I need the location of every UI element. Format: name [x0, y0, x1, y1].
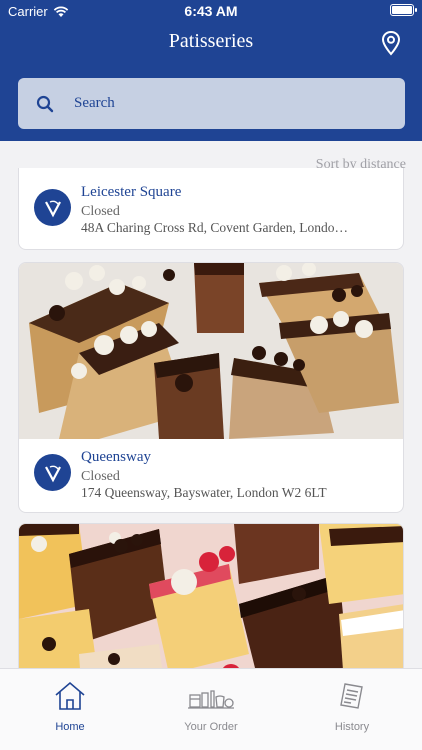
- brand-logo: [34, 454, 71, 491]
- store-name: Queensway: [81, 449, 151, 465]
- store-card-next[interactable]: [18, 523, 404, 683]
- screen: Carrier 6:43 AM Patisseries Search Sort …: [0, 0, 422, 750]
- store-address: 174 Queensway, Bayswater, London W2 6LT: [81, 485, 327, 500]
- page-title: Patisseries: [168, 30, 254, 52]
- store-card-queensway[interactable]: Queensway Closed 174 Queensway, Bayswate…: [18, 262, 404, 513]
- tab-history[interactable]: History: [282, 669, 422, 750]
- tab-bar: Home Your Order History: [0, 668, 422, 750]
- receipt-icon: [340, 683, 363, 709]
- cake-photo: [19, 263, 403, 439]
- tab-label: History: [334, 721, 370, 733]
- store-address: 48A Charing Cross Rd, Covent Garden, Lon…: [81, 220, 348, 235]
- tab-label: Home: [55, 721, 85, 733]
- brand-logo: [34, 189, 71, 226]
- clock: 6:43 AM: [184, 3, 238, 19]
- search-input[interactable]: Search: [74, 95, 115, 112]
- search-bar[interactable]: Search: [18, 78, 405, 129]
- store-card-leicester-square[interactable]: Leicester Square Closed 48A Charing Cros…: [18, 168, 404, 250]
- battery-icon: [390, 4, 417, 16]
- tab-home[interactable]: Home: [0, 669, 140, 750]
- location-pin-icon[interactable]: [380, 30, 402, 56]
- house-icon: [55, 681, 85, 710]
- status-bar: Carrier 6:43 AM: [0, 0, 422, 24]
- search-icon: [36, 95, 54, 112]
- store-status: Closed: [81, 469, 120, 484]
- store-name: Leicester Square: [81, 184, 182, 200]
- tab-your-order[interactable]: Your Order: [141, 669, 281, 750]
- cake-photo: [19, 524, 403, 682]
- tab-label: Your Order: [184, 721, 238, 733]
- header: Carrier 6:43 AM Patisseries Search: [0, 0, 422, 141]
- store-status: Closed: [81, 204, 120, 219]
- order-icon: [188, 690, 234, 709]
